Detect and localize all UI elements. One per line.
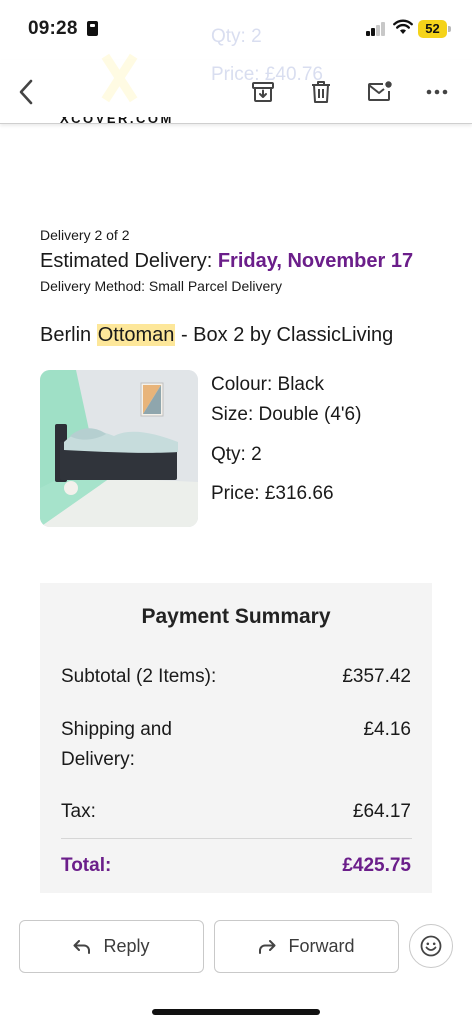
id-card-icon — [87, 21, 98, 36]
product-qty: Qty: 2 — [211, 444, 262, 465]
forward-icon — [259, 939, 276, 954]
delivery-count: Delivery 2 of 2 — [40, 227, 130, 243]
mark-unread-icon — [368, 81, 392, 101]
forward-label: Forward — [288, 936, 355, 956]
total-label: Total: — [61, 855, 112, 876]
product-image[interactable] — [40, 370, 198, 527]
emoji-reaction-icon — [420, 935, 442, 957]
product-title-end: - Box 2 by ClassicLiving — [175, 324, 394, 346]
shipping-label-line1: Shipping and — [61, 719, 172, 740]
archive-button[interactable] — [245, 74, 281, 110]
product-price: Price: £316.66 — [211, 483, 334, 504]
total-value: £425.75 — [342, 855, 411, 876]
home-indicator[interactable] — [152, 1009, 320, 1015]
product-title-start: Berlin — [40, 324, 97, 346]
tax-value: £64.17 — [352, 801, 411, 822]
subtotal-label: Subtotal (2 Items): — [61, 666, 217, 687]
wifi-icon — [393, 19, 413, 34]
subtotal-value: £357.42 — [342, 666, 411, 687]
tax-label: Tax: — [61, 801, 96, 822]
estimated-delivery-label: Estimated Delivery: — [40, 250, 218, 272]
email-toolbar — [0, 60, 472, 124]
summary-divider — [61, 838, 412, 839]
payment-summary: Payment Summary Subtotal (2 Items): £357… — [40, 583, 432, 893]
delivery-method: Delivery Method: Small Parcel Delivery — [40, 278, 282, 294]
back-button[interactable] — [8, 74, 44, 110]
xcover-brand-text: XCOVER.COM — [60, 117, 174, 126]
forward-button[interactable]: Forward — [214, 920, 399, 973]
shipping-label: Shipping and Delivery: — [61, 715, 172, 775]
estimated-delivery: Estimated Delivery: Friday, November 17 — [40, 250, 413, 273]
reply-label: Reply — [103, 936, 150, 956]
estimated-delivery-date: Friday, November 17 — [217, 250, 414, 272]
product-title: Berlin Ottoman - Box 2 by ClassicLiving — [40, 324, 393, 347]
ghost-qty-text: Qty: 2 — [211, 26, 262, 47]
more-icon — [426, 89, 448, 95]
reply-icon — [73, 939, 91, 954]
payment-summary-title: Payment Summary — [141, 605, 331, 628]
archive-icon — [252, 82, 274, 102]
shipping-value: £4.16 — [363, 719, 411, 740]
signal-icon — [366, 22, 386, 36]
delete-button[interactable] — [303, 74, 339, 110]
emoji-reaction-button[interactable] — [409, 924, 453, 968]
status-time: 09:28 — [28, 18, 78, 39]
reply-button[interactable]: Reply — [19, 920, 204, 973]
mark-unread-button[interactable] — [362, 74, 398, 110]
more-button[interactable] — [419, 74, 455, 110]
shipping-label-line2: Delivery: — [61, 749, 135, 770]
product-title-highlight: Ottoman — [96, 324, 176, 346]
back-chevron-icon — [19, 79, 33, 105]
ottoman-bed-illustration — [40, 370, 198, 527]
product-colour: Colour: Black — [211, 374, 324, 395]
battery-indicator: 52 — [418, 20, 451, 38]
trash-icon — [312, 81, 330, 103]
product-size: Size: Double (4'6) — [211, 404, 362, 425]
